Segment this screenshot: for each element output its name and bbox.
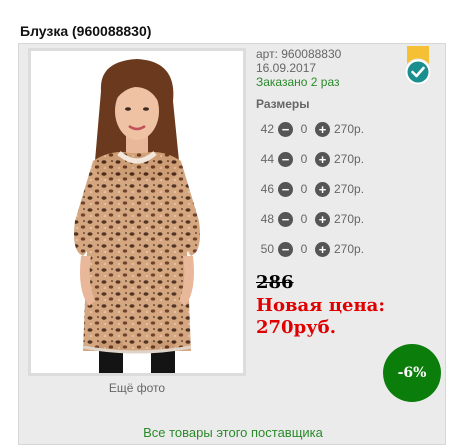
product-title: Блузка (960088830) [20,23,152,39]
size-price: 270р. [334,152,365,166]
minus-circle-icon[interactable]: − [278,181,293,197]
new-price: Новая цена: 270руб. [256,295,416,339]
size-row-46: 46 − 0 + 270р. [256,181,364,197]
size-quantity: 0 [300,182,308,196]
minus-circle-icon[interactable]: − [278,241,293,257]
size-quantity: 0 [300,152,308,166]
size-value: 44 [260,152,274,166]
verified-check-badge-icon [403,46,433,86]
size-quantity: 0 [300,122,308,136]
plus-circle-icon[interactable]: + [315,151,330,167]
discount-badge: -6% [383,344,441,402]
supplier-products-link[interactable]: Все товары этого поставщика [19,425,447,440]
plus-circle-icon[interactable]: + [315,241,330,257]
size-price: 270р. [334,212,365,226]
size-row-42: 42 − 0 + 270р. [256,121,364,137]
more-photos-link[interactable]: Ещё фото [28,381,246,395]
new-price-label: Новая цена: [256,295,385,316]
article-number: арт: 960088830 [256,47,342,61]
size-value: 46 [260,182,274,196]
product-photo[interactable] [28,48,246,376]
size-quantity: 0 [300,212,308,226]
size-row-50: 50 − 0 + 270р. [256,241,364,257]
size-value: 50 [260,242,274,256]
old-price: 286 [256,272,294,293]
size-price: 270р. [334,122,365,136]
sizes-label: Размеры [256,97,310,111]
size-value: 42 [260,122,274,136]
new-price-value: 270руб. [256,317,336,338]
size-row-44: 44 − 0 + 270р. [256,151,364,167]
size-price: 270р. [334,182,365,196]
size-row-48: 48 − 0 + 270р. [256,211,364,227]
minus-circle-icon[interactable]: − [278,121,293,137]
size-quantity: 0 [300,242,308,256]
product-meta: арт: 960088830 16.09.2017 Заказано 2 раз [256,47,341,89]
minus-circle-icon[interactable]: − [278,211,293,227]
size-price: 270р. [334,242,365,256]
minus-circle-icon[interactable]: − [278,151,293,167]
product-date: 16.09.2017 [256,61,317,75]
plus-circle-icon[interactable]: + [315,121,330,137]
plus-circle-icon[interactable]: + [315,181,330,197]
plus-circle-icon[interactable]: + [315,211,330,227]
size-value: 48 [260,212,274,226]
product-card: Ещё фото арт: 960088830 16.09.2017 Заказ… [18,43,446,445]
order-count: Заказано 2 раз [256,75,340,89]
